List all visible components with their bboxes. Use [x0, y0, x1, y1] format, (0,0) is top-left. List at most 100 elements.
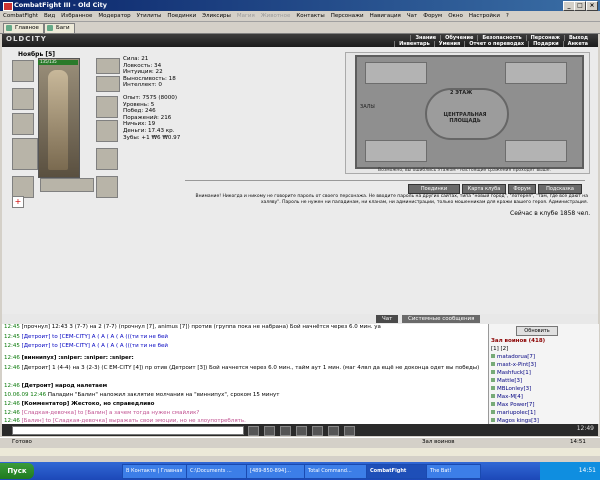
- menu-animal[interactable]: Животное: [258, 11, 294, 21]
- app-icon: [3, 2, 13, 11]
- menu-window[interactable]: Окно: [445, 11, 466, 21]
- quick-launch-bar: [0, 448, 600, 456]
- chat-line: 12:45 [Детроит] to [CEM-CITY] А ( А ( А …: [4, 334, 168, 340]
- player-item[interactable]: Max-M[4]: [491, 394, 523, 400]
- chat-tab-bar: Чат Системные сообщения: [2, 314, 598, 324]
- belt-slot[interactable]: [12, 176, 34, 198]
- stat-agility: Ловкость: 34: [123, 62, 162, 69]
- task-vkontakte[interactable]: В Контакте | Главная: [122, 464, 189, 479]
- menu-elixirs[interactable]: Эликсиры: [199, 11, 234, 21]
- warriors-hall-title: Зал воинов (418): [491, 338, 546, 344]
- refresh-button[interactable]: Обновить: [516, 326, 558, 336]
- amulet-slot[interactable]: [12, 88, 34, 110]
- translit-icon[interactable]: [328, 426, 339, 436]
- menu-fights[interactable]: Поединки: [164, 11, 199, 21]
- menu-utilities[interactable]: Утилиты: [134, 11, 165, 21]
- divider: [185, 180, 585, 181]
- character-name[interactable]: Ноябрь [5]: [18, 51, 55, 58]
- filter-icon[interactable]: [296, 426, 307, 436]
- player-item[interactable]: Max Power[7]: [491, 402, 535, 408]
- status-location: Зал воинов: [422, 439, 455, 445]
- smile-icon[interactable]: [280, 426, 291, 436]
- menu-magic[interactable]: Магия: [234, 11, 258, 21]
- player-item[interactable]: Mattle[3]: [491, 378, 522, 384]
- menu-chat[interactable]: Чат: [404, 11, 420, 21]
- hint-button[interactable]: Подсказка: [538, 184, 582, 194]
- menu-navigation[interactable]: Навигация: [367, 11, 404, 21]
- menu-settings[interactable]: Настройки: [466, 11, 503, 21]
- player-item[interactable]: mast-x-Pint[3]: [491, 362, 536, 368]
- tab-bar: Главное Баги: [0, 22, 600, 34]
- map-room-top-right[interactable]: [505, 62, 567, 84]
- menu-contacts[interactable]: Контакты: [293, 11, 327, 21]
- leggings-slot[interactable]: [96, 148, 118, 170]
- game-header: OLDCITY Знание Обучение Безопасность Персон…: [2, 34, 598, 47]
- player-item[interactable]: mariupolec[1]: [491, 410, 536, 416]
- fights-button[interactable]: Поединки: [408, 184, 460, 194]
- map-room-bottom-right[interactable]: [505, 140, 567, 162]
- status-bar: Готово Зал воинов 14:51: [0, 437, 600, 448]
- map-center-label: ЦЕНТРАЛЬНАЯ ПЛОЩАДЬ: [443, 112, 487, 124]
- club-map-button[interactable]: Карта клуба: [462, 184, 506, 194]
- close-button[interactable]: ×: [586, 1, 598, 11]
- menu-favorites[interactable]: Избранное: [58, 11, 95, 21]
- map-floor-label[interactable]: 2 ЭТАЖ: [450, 90, 472, 96]
- weapon-slot[interactable]: [12, 113, 34, 135]
- player-item[interactable]: MBLonley[3]: [491, 386, 531, 392]
- task-total-commander[interactable]: Total Command...: [304, 464, 369, 479]
- tab-main[interactable]: Главное: [3, 23, 44, 34]
- menu-characters[interactable]: Персонажи: [328, 11, 367, 21]
- online-count: Сейчас в клубе 1858 чел.: [510, 210, 591, 217]
- gloves-slot[interactable]: [96, 96, 118, 118]
- map-room-bottom-left[interactable]: [365, 140, 427, 162]
- ring-slots[interactable]: [96, 58, 120, 74]
- shield-slot[interactable]: [96, 120, 118, 142]
- player-item[interactable]: matadorua[7]: [491, 354, 535, 360]
- player-icon: [491, 362, 495, 366]
- window-title: CombatFight III - Old City: [14, 1, 107, 9]
- task-the-bat[interactable]: The Bat!: [426, 464, 481, 479]
- chat-line: 12:46 [Комментатор] Жестоко, но справедл…: [4, 401, 155, 407]
- belt-items-row[interactable]: [40, 178, 94, 192]
- task-documents[interactable]: C:\Documents ...: [186, 464, 249, 479]
- tab-system-messages[interactable]: Системные сообщения: [402, 315, 481, 323]
- settings-icon[interactable]: [312, 426, 323, 436]
- game-logo: OLDCITY: [6, 35, 47, 43]
- add-slot-button[interactable]: +: [12, 196, 24, 208]
- player-icon: [491, 378, 495, 382]
- map-hall-label: ЗАЛЫ: [360, 104, 375, 110]
- task-combatfight[interactable]: CombatFight: [366, 464, 429, 479]
- home-icon: [6, 25, 12, 31]
- boots-slot[interactable]: [96, 176, 118, 198]
- menu-help[interactable]: ?: [503, 11, 512, 21]
- task-icq[interactable]: [489-850-894]...: [246, 464, 307, 479]
- forum-button[interactable]: Форум: [508, 184, 536, 194]
- armor-slot[interactable]: [12, 138, 38, 170]
- chat-line: 12:46 [Сладкая-девочка] to [Балин] а зач…: [4, 410, 200, 416]
- chat-line: 10.06.09 12:46 Паладин "Балин" наложил з…: [4, 392, 280, 398]
- tab-bugs[interactable]: Баги: [44, 23, 75, 34]
- tab-chat[interactable]: Чат: [376, 315, 399, 323]
- player-list-pages[interactable]: [1] [2]: [491, 346, 508, 352]
- stat-wins: Побед: 246: [123, 108, 156, 115]
- player-icon: [491, 394, 495, 398]
- send-icon[interactable]: [248, 426, 259, 436]
- menu-view[interactable]: Вид: [41, 11, 58, 21]
- menu-combatfight[interactable]: CombatFight: [0, 11, 41, 21]
- stat-draws: Ничьих: 19: [123, 121, 156, 128]
- chat-line: 12:46 [Детроит] 1 (4-4) на 3 (2-3) (С EM…: [4, 365, 480, 371]
- chat-input[interactable]: [12, 426, 244, 435]
- menu-moderator[interactable]: Модератор: [95, 11, 133, 21]
- player-item[interactable]: Mashfuck[1]: [491, 370, 531, 376]
- private-icon[interactable]: [344, 426, 355, 436]
- map-room-top-left[interactable]: [365, 62, 427, 84]
- chat-log: 12:45 [прочнул] 12:43 3 (7-7) на 2 (7-7)…: [2, 324, 488, 424]
- taskbar: Пуск В Контакте | Главная C:\Documents .…: [0, 462, 600, 480]
- clear-icon[interactable]: [264, 426, 275, 436]
- menu-forum[interactable]: Форум: [420, 11, 445, 21]
- ring-slots-2[interactable]: [96, 76, 120, 92]
- start-button[interactable]: Пуск: [0, 463, 34, 479]
- helmet-slot[interactable]: [12, 60, 34, 82]
- maximize-button[interactable]: □: [574, 1, 586, 11]
- sub-nav: Инвентарь Умения Отчет о переводах Подарки А…: [394, 40, 592, 47]
